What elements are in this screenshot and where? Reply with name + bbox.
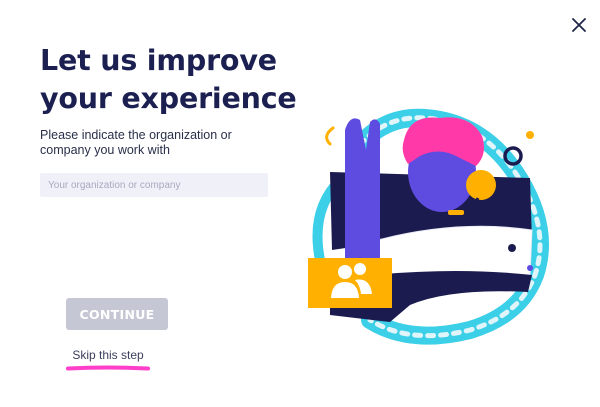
orange-dot bbox=[526, 131, 534, 139]
skip-step-link[interactable]: Skip this step bbox=[66, 348, 150, 371]
team-card bbox=[308, 258, 392, 308]
headset-mic-tip bbox=[448, 210, 464, 215]
raised-hand bbox=[345, 118, 380, 262]
skip-step-label[interactable]: Skip this step bbox=[72, 348, 143, 362]
orange-arc bbox=[325, 126, 335, 146]
headset-earpiece bbox=[466, 170, 496, 200]
dialog-title-line-2: your experience bbox=[40, 82, 297, 115]
close-button[interactable] bbox=[566, 12, 592, 38]
dialog-subtitle: Please indicate the organization or comp… bbox=[40, 128, 232, 157]
close-icon[interactable] bbox=[572, 18, 586, 32]
support-agent-illustration bbox=[308, 108, 549, 345]
onboarding-dialog: Let us improve your experience Please in… bbox=[0, 0, 600, 407]
purple-dot bbox=[527, 265, 533, 271]
organization-input[interactable] bbox=[40, 173, 268, 197]
continue-button[interactable]: CONTINUE bbox=[66, 298, 168, 330]
dialog-title-line-1: Let us improve bbox=[40, 44, 277, 77]
dialog-title: Let us improve your experience bbox=[40, 42, 310, 118]
skip-highlight-underline bbox=[66, 365, 150, 371]
navy-dot bbox=[508, 244, 516, 252]
